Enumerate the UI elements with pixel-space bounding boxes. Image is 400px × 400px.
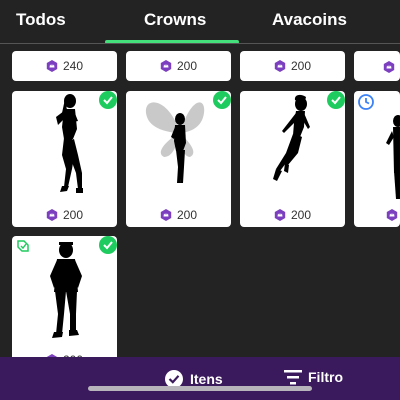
crown-coin-icon — [274, 209, 286, 221]
item-card[interactable]: 200 — [240, 91, 345, 227]
price-tag: 200 — [126, 59, 231, 73]
item-card[interactable]: 240 — [12, 51, 117, 81]
price-tag: 200 — [240, 59, 345, 73]
price-value: 240 — [62, 59, 84, 73]
item-card[interactable]: 200 — [126, 91, 231, 227]
item-card[interactable]: 200 — [126, 51, 231, 81]
price-value: 200 — [290, 208, 312, 222]
item-card[interactable]: 200 — [12, 91, 117, 227]
item-card-partial[interactable] — [354, 91, 400, 227]
price-tag: 200 — [240, 208, 345, 222]
crown-coin-icon — [160, 209, 172, 221]
owned-check-icon — [99, 91, 117, 109]
owned-check-icon — [213, 91, 231, 109]
price-value: 200 — [290, 59, 312, 73]
crown-coin-icon — [386, 209, 398, 221]
price-tag: 200 — [126, 208, 231, 222]
crown-coin-icon — [383, 61, 395, 73]
crown-coin-icon — [274, 60, 286, 72]
price-tag: 200 — [12, 208, 117, 222]
item-card-partial[interactable] — [354, 51, 400, 81]
home-indicator — [88, 386, 312, 391]
itens-label: Itens — [190, 371, 223, 387]
price-value: 200 — [62, 208, 84, 222]
crown-coin-icon — [46, 60, 58, 72]
bottom-bar: Itens Filtro — [0, 357, 400, 400]
owned-check-icon — [99, 236, 117, 254]
tab-crowns[interactable]: Crowns — [144, 10, 206, 30]
avatar-pose-silhouette — [145, 102, 205, 183]
price-value: 200 — [176, 59, 198, 73]
filtro-label: Filtro — [308, 369, 343, 385]
tab-divider — [0, 43, 400, 44]
tab-todos[interactable]: Todos — [16, 10, 66, 30]
avatar-pose-silhouette — [50, 242, 82, 338]
tab-avacoins[interactable]: Avacoins — [272, 10, 347, 30]
filtro-button[interactable]: Filtro — [284, 369, 343, 385]
tab-bar: Todos Crowns Avacoins — [0, 0, 400, 44]
crown-coin-icon — [160, 60, 172, 72]
avatar-pose-silhouette — [273, 94, 310, 181]
price-value: 200 — [176, 208, 198, 222]
owned-check-icon — [327, 91, 345, 109]
avatar-pose-silhouette — [56, 94, 83, 193]
item-card[interactable]: 200 — [240, 51, 345, 81]
filter-icon — [284, 370, 302, 385]
crown-coin-icon — [46, 209, 58, 221]
avatar-pose-silhouette — [386, 115, 400, 199]
item-card[interactable]: 200 — [12, 236, 117, 366]
price-tag: 240 — [12, 59, 117, 73]
